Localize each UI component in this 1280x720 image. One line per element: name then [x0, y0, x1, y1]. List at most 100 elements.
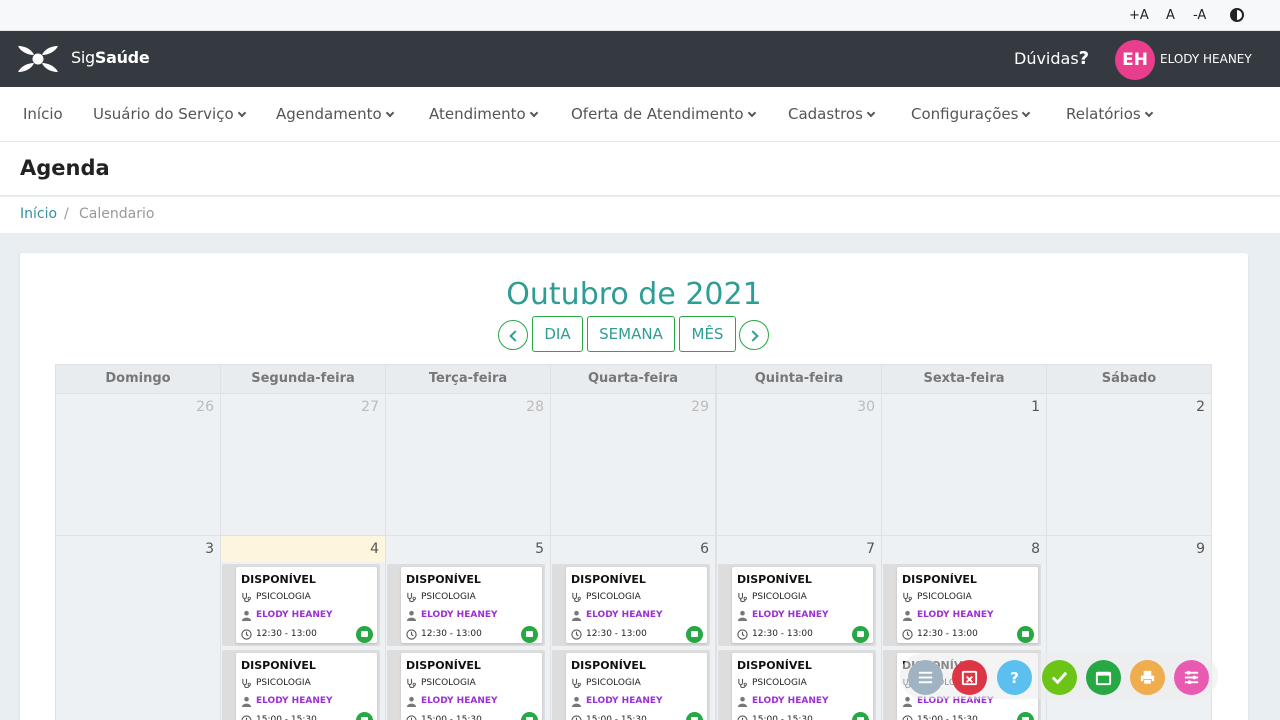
next-month-button[interactable]: [739, 320, 769, 350]
calendar-icon[interactable]: [686, 626, 703, 643]
appointment-slot[interactable]: DISPONÍVEL PSICOLOGIA ELODY HEANEY 12:30 - …: [718, 564, 876, 646]
question-icon: ?: [1078, 48, 1090, 69]
nav-item-inicio[interactable]: Início: [23, 105, 63, 123]
question-icon[interactable]: ?: [997, 660, 1032, 695]
user-name[interactable]: ELODY HEANEY: [1160, 52, 1252, 66]
day-number: 9: [1196, 541, 1205, 557]
appointment-slot[interactable]: DISPONÍVEL PSICOLOGIA ELODY HEANEY 12:30 - …: [387, 564, 545, 646]
slot-professional: ELODY HEANEY: [421, 610, 498, 620]
slot-professional: ELODY HEANEY: [586, 610, 663, 620]
day-cell[interactable]: 27: [220, 393, 386, 536]
calendar-icon[interactable]: [521, 626, 538, 643]
appointment-slot[interactable]: DISPONÍVEL PSICOLOGIA ELODY HEANEY 15:00 - …: [718, 650, 876, 720]
view-month-button[interactable]: MÊS: [679, 316, 736, 352]
chevron-down-icon: [529, 108, 538, 118]
day-cell[interactable]: 29: [550, 393, 716, 536]
doctor-icon: [571, 696, 582, 707]
chevron-down-icon: [385, 108, 394, 118]
day-number: 8: [1031, 541, 1040, 557]
weekday-header: Domingo: [55, 364, 221, 394]
slot-professional: ELODY HEANEY: [256, 610, 333, 620]
breadcrumb-home[interactable]: Início: [20, 206, 57, 222]
breadcrumb-current: Calendario: [79, 206, 155, 222]
day-cell[interactable]: 2: [1046, 393, 1212, 536]
filter-icon[interactable]: [1174, 660, 1209, 695]
clock-icon: [902, 715, 913, 720]
normal-font-button[interactable]: A: [1166, 8, 1175, 23]
slot-specialty: PSICOLOGIA: [752, 592, 807, 602]
appointment-slot[interactable]: DISPONÍVEL PSICOLOGIA ELODY HEANEY 12:30 - …: [552, 564, 710, 646]
slot-status: DISPONÍVEL: [571, 573, 646, 586]
avatar[interactable]: EH: [1115, 40, 1155, 80]
day-cell[interactable]: 1: [881, 393, 1047, 536]
calendar-icon[interactable]: [356, 712, 373, 720]
weekday-header: Quarta-feira: [550, 364, 716, 394]
slot-card: DISPONÍVEL PSICOLOGIA ELODY HEANEY 15:00 - …: [566, 653, 707, 720]
nav-item-cadastros[interactable]: Cadastros: [788, 105, 876, 123]
slot-time: 15:00 - 15:30: [586, 715, 647, 720]
list-icon[interactable]: [908, 660, 943, 695]
logo-icon[interactable]: [16, 44, 60, 74]
calendar-icon[interactable]: [521, 712, 538, 720]
calendar-icon[interactable]: [1017, 712, 1034, 720]
nav-item-configuracoes[interactable]: Configurações: [911, 105, 1031, 123]
top-header: SigSaúde Dúvidas? EH ELODY HEANEY: [0, 31, 1280, 87]
calendar-icon[interactable]: [686, 712, 703, 720]
slot-time: 12:30 - 13:00: [256, 629, 317, 639]
slot-time: 12:30 - 13:00: [752, 629, 813, 639]
clock-icon: [241, 715, 252, 720]
appointment-slot[interactable]: DISPONÍVEL PSICOLOGIA ELODY HEANEY 15:00 - …: [222, 650, 380, 720]
slot-card: DISPONÍVEL PSICOLOGIA ELODY HEANEY 12:30 - …: [236, 567, 377, 643]
slot-professional: ELODY HEANEY: [256, 696, 333, 706]
increase-font-button[interactable]: +A: [1129, 8, 1149, 23]
calendar-icon[interactable]: [852, 626, 869, 643]
day-cell[interactable]: 3: [55, 535, 221, 720]
prev-month-button[interactable]: [498, 320, 528, 350]
slot-professional: ELODY HEANEY: [586, 696, 663, 706]
day-cell[interactable]: 28: [385, 393, 551, 536]
appointment-slot[interactable]: DISPONÍVEL PSICOLOGIA ELODY HEANEY 15:00 - …: [552, 650, 710, 720]
slot-status: DISPONÍVEL: [902, 573, 977, 586]
day-cell[interactable]: 26: [55, 393, 221, 536]
calendar-icon[interactable]: [1017, 626, 1034, 643]
slot-status: DISPONÍVEL: [406, 573, 481, 586]
doctor-icon: [737, 696, 748, 707]
brand-prefix: Sig: [71, 48, 95, 67]
view-week-button[interactable]: SEMANA: [587, 316, 675, 352]
nav-item-atendimento[interactable]: Atendimento: [429, 105, 538, 123]
today-highlight: [221, 536, 385, 562]
print-icon[interactable]: [1130, 660, 1165, 695]
appointment-slot[interactable]: DISPONÍVEL PSICOLOGIA ELODY HEANEY 15:00 - …: [387, 650, 545, 720]
clock-icon: [571, 629, 582, 640]
calendar-icon[interactable]: [1086, 660, 1121, 695]
day-number: 2: [1196, 399, 1205, 415]
nav-item-relatorios[interactable]: Relatórios: [1066, 105, 1153, 123]
title-bar: Agenda: [0, 142, 1280, 196]
appointment-slot[interactable]: DISPONÍVEL PSICOLOGIA ELODY HEANEY 12:30 - …: [222, 564, 380, 646]
chevron-down-icon: [866, 108, 876, 118]
slot-specialty: PSICOLOGIA: [586, 678, 641, 688]
nav-item-agendamento[interactable]: Agendamento: [276, 105, 394, 123]
help-link[interactable]: Dúvidas?: [1014, 48, 1089, 69]
slot-card: DISPONÍVEL PSICOLOGIA ELODY HEANEY 15:00 - …: [236, 653, 377, 720]
day-cell[interactable]: 30: [716, 393, 882, 536]
check-icon[interactable]: [1042, 660, 1077, 695]
slot-status: DISPONÍVEL: [241, 659, 316, 672]
nav-item-oferta-atendimento[interactable]: Oferta de Atendimento: [571, 105, 756, 123]
calendar-icon[interactable]: [356, 626, 373, 643]
weekday-header: Terça-feira: [385, 364, 551, 394]
view-day-button[interactable]: DIA: [532, 316, 583, 352]
brand-name[interactable]: SigSaúde: [71, 48, 150, 67]
page-title: Agenda: [20, 156, 110, 180]
decrease-font-button[interactable]: -A: [1193, 8, 1206, 23]
nav-item-usuario-servico[interactable]: Usuário do Serviço: [93, 105, 246, 123]
slot-time: 12:30 - 13:00: [586, 629, 647, 639]
calendar-icon[interactable]: [852, 712, 869, 720]
weekday-header: Sexta-feira: [881, 364, 1047, 394]
chevron-down-icon: [237, 108, 246, 118]
slot-specialty: PSICOLOGIA: [917, 592, 972, 602]
calendar-remove-icon[interactable]: [952, 660, 987, 695]
appointment-slot[interactable]: DISPONÍVEL PSICOLOGIA ELODY HEANEY 12:30 - …: [883, 564, 1041, 646]
clock-icon: [902, 629, 913, 640]
contrast-icon[interactable]: [1230, 8, 1244, 22]
